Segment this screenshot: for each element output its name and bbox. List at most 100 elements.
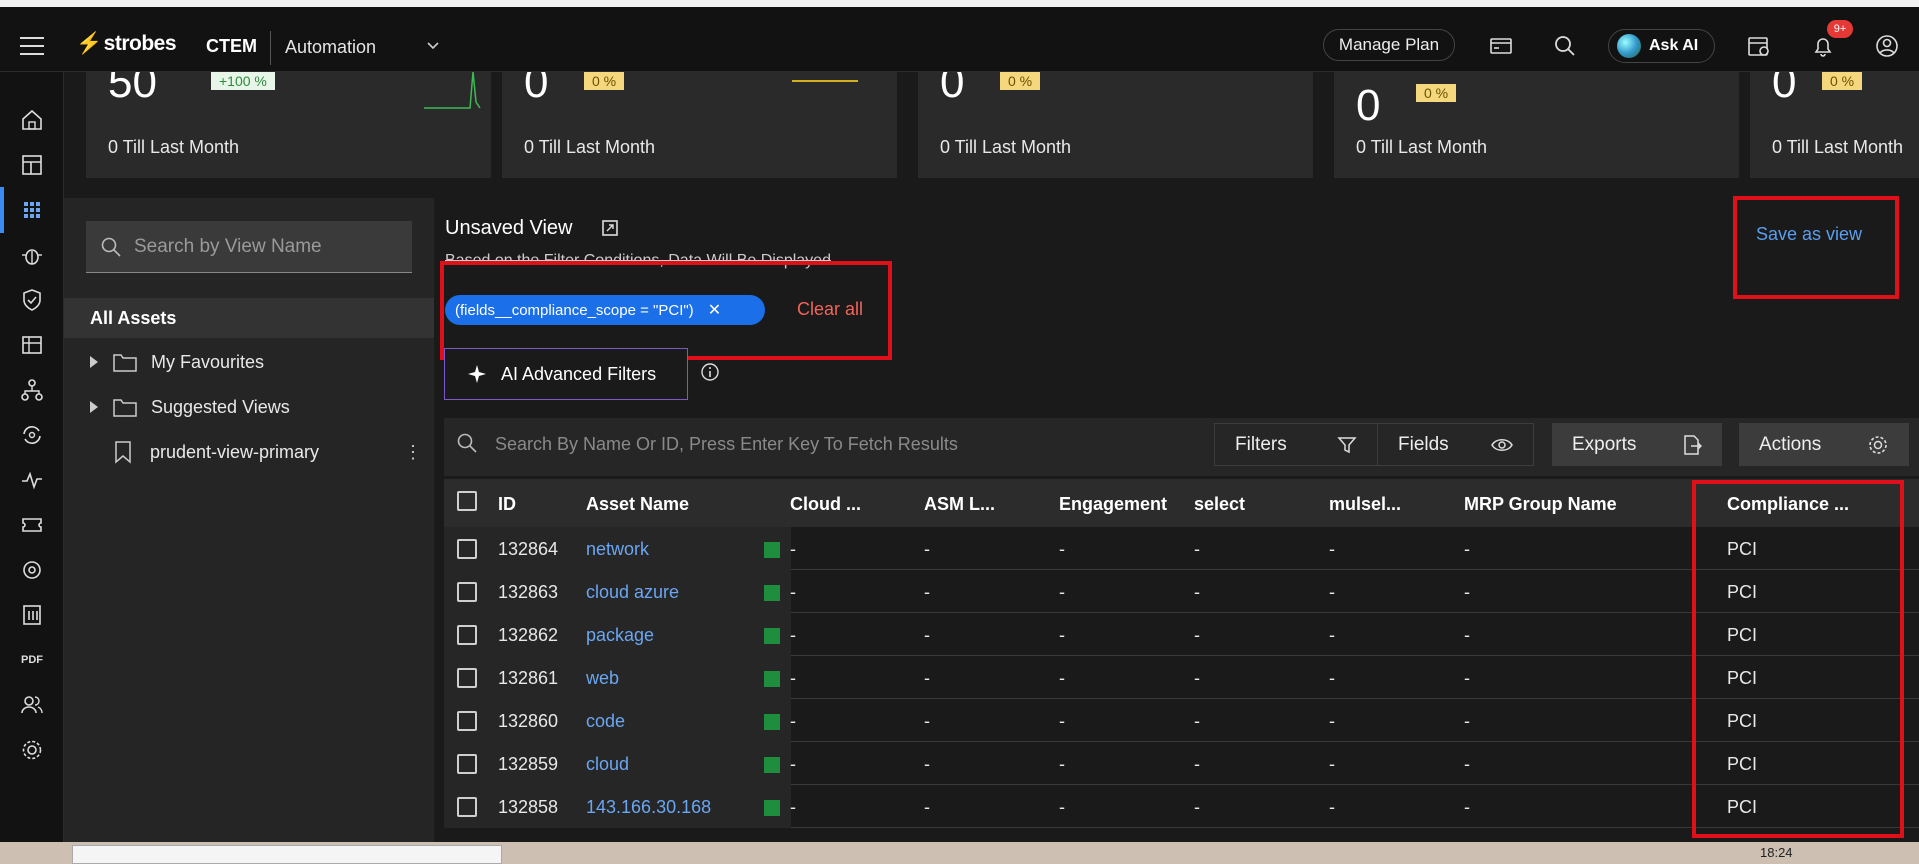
status-indicator <box>764 800 780 816</box>
cell-id: 132860 <box>498 711 559 731</box>
status-indicator <box>764 542 780 558</box>
filters-button[interactable]: Filters <box>1214 423 1378 466</box>
cell-id: 132864 <box>498 539 559 559</box>
row-checkbox[interactable] <box>457 625 477 645</box>
cell-engagement: - <box>1059 754 1065 774</box>
module-selector-label[interactable]: Automation <box>285 37 376 58</box>
row-checkbox[interactable] <box>457 711 477 731</box>
chevron-down-icon[interactable] <box>427 39 439 51</box>
cell-asset-name-link[interactable]: cloud azure <box>586 582 679 603</box>
cell-cloud: - <box>790 711 796 731</box>
column-header-mulsel[interactable]: mulsel... <box>1329 494 1401 515</box>
tree-item-my-favourites[interactable]: My Favourites <box>64 342 434 382</box>
left-navigation: PDF <box>0 72 64 842</box>
row-checkbox[interactable] <box>457 668 477 688</box>
column-header-engagement[interactable]: Engagement <box>1059 494 1167 515</box>
ai-advanced-filters-button[interactable]: AI Advanced Filters <box>444 348 688 400</box>
home-icon[interactable] <box>19 107 45 133</box>
cell-select: - <box>1194 625 1200 645</box>
menu-icon[interactable] <box>20 37 44 55</box>
tree-item-prudent-view-primary[interactable]: prudent-view-primary ⋮ <box>64 432 434 472</box>
cell-asm: - <box>924 754 930 774</box>
column-header-cloud[interactable]: Cloud ... <box>790 494 861 515</box>
cell-asset-name-link[interactable]: 143.166.30.168 <box>586 797 711 818</box>
info-icon[interactable] <box>700 362 720 382</box>
view-search-placeholder: Search by View Name <box>134 235 322 257</box>
expand-arrow-icon[interactable] <box>90 356 98 368</box>
taskbar-window-thumbnail[interactable] <box>72 845 502 864</box>
dashboard-icon[interactable] <box>19 152 45 178</box>
expand-arrow-icon[interactable] <box>90 401 98 413</box>
billing-card-icon[interactable] <box>1488 33 1514 59</box>
user-account-icon[interactable] <box>1874 33 1900 59</box>
activity-icon[interactable] <box>19 467 45 493</box>
ask-ai-button[interactable]: Ask AI <box>1608 29 1715 63</box>
funnel-icon <box>1337 436 1357 453</box>
search-icon[interactable] <box>1552 33 1578 59</box>
bug-icon[interactable] <box>19 242 45 268</box>
cell-engagement: - <box>1059 539 1065 559</box>
actions-button[interactable]: Actions <box>1739 423 1909 466</box>
shield-check-icon[interactable] <box>19 287 45 313</box>
table-search-input[interactable]: Search By Name Or ID, Press Enter Key To… <box>495 434 958 455</box>
assets-grid-icon[interactable] <box>0 187 45 233</box>
row-checkbox[interactable] <box>457 797 477 817</box>
trend-sparkline <box>792 80 858 82</box>
expand-icon[interactable] <box>601 219 619 237</box>
stat-card: 0 0 % 0 Till Last Month <box>1334 72 1739 178</box>
search-icon <box>101 237 121 257</box>
cell-asset-name-link[interactable]: network <box>586 539 649 560</box>
row-checkbox[interactable] <box>457 539 477 559</box>
cell-engagement: - <box>1059 625 1065 645</box>
cell-mulsel: - <box>1329 711 1335 731</box>
tree-item-suggested-views[interactable]: Suggested Views <box>64 387 434 427</box>
cell-select: - <box>1194 754 1200 774</box>
cell-select: - <box>1194 539 1200 559</box>
cell-asset-name-link[interactable]: cloud <box>586 754 629 775</box>
exports-button[interactable]: Exports <box>1552 423 1722 466</box>
all-assets-view[interactable]: All Assets <box>64 298 434 338</box>
row-checkbox[interactable] <box>457 582 477 602</box>
cell-select: - <box>1194 797 1200 817</box>
status-indicator <box>764 714 780 730</box>
cell-mulsel: - <box>1329 797 1335 817</box>
top-bar: ⚡strobes CTEM Automation Manage Plan Ask… <box>0 7 1919 72</box>
manage-plan-button[interactable]: Manage Plan <box>1323 29 1455 61</box>
automation-cycle-icon[interactable] <box>19 422 45 448</box>
column-header-mrp-group-name[interactable]: MRP Group Name <box>1464 494 1617 515</box>
pdf-icon[interactable]: PDF <box>19 647 45 673</box>
cell-asset-name-link[interactable]: web <box>586 668 619 689</box>
cell-asset-name-link[interactable]: package <box>586 625 654 646</box>
more-options-icon[interactable]: ⋮ <box>404 442 422 463</box>
select-all-checkbox[interactable] <box>457 491 477 511</box>
cell-cloud: - <box>790 797 796 817</box>
calendar-refresh-icon[interactable] <box>1746 33 1772 59</box>
tree-item-label: Suggested Views <box>151 396 290 417</box>
export-file-icon <box>1684 434 1702 455</box>
column-header-select[interactable]: select <box>1194 494 1245 515</box>
column-header-asset-name[interactable]: Asset Name <box>586 494 689 515</box>
table-icon[interactable] <box>19 332 45 358</box>
column-header-id[interactable]: ID <box>498 494 516 515</box>
window-top-strip <box>0 0 1919 7</box>
column-header-asm[interactable]: ASM L... <box>924 494 995 515</box>
stat-value: 0 <box>524 72 549 107</box>
cell-asm: - <box>924 668 930 688</box>
row-checkbox[interactable] <box>457 754 477 774</box>
hierarchy-icon[interactable] <box>19 377 45 403</box>
target-settings-icon[interactable] <box>19 557 45 583</box>
cell-id: 132862 <box>498 625 559 645</box>
cell-engagement: - <box>1059 668 1065 688</box>
cell-mulsel: - <box>1329 754 1335 774</box>
report-icon[interactable] <box>19 602 45 628</box>
stat-value: 0 <box>1356 81 1381 130</box>
stat-card: 0 0 % 0 Till Last Month <box>502 72 897 178</box>
users-icon[interactable] <box>19 692 45 718</box>
fields-button[interactable]: Fields <box>1377 423 1534 466</box>
view-search-input[interactable]: Search by View Name <box>86 221 412 273</box>
ticket-icon[interactable] <box>19 512 45 538</box>
gear-icon[interactable] <box>19 737 45 763</box>
cell-asset-name-link[interactable]: code <box>586 711 625 732</box>
folder-icon <box>113 354 137 372</box>
brand-logo[interactable]: ⚡strobes <box>76 32 177 56</box>
